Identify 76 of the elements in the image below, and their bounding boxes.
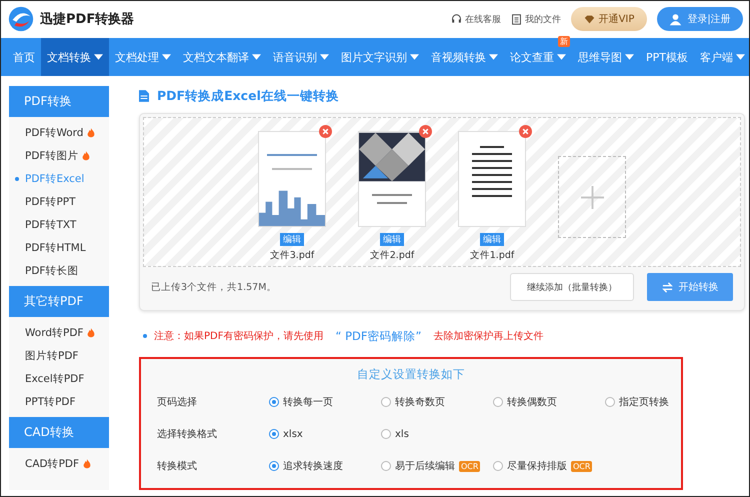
flame-icon bbox=[87, 128, 96, 138]
radio-button[interactable] bbox=[381, 461, 391, 471]
flame-icon bbox=[87, 328, 96, 338]
sidebar-section-title: PDF转换 bbox=[9, 86, 109, 117]
caret-icon bbox=[736, 54, 745, 60]
flame-icon bbox=[82, 150, 90, 160]
plus-icon bbox=[580, 186, 604, 208]
file-name: 文件1.pdf bbox=[470, 249, 514, 262]
radio-button[interactable] bbox=[381, 397, 391, 407]
settings-title: 自定义设置转换如下 bbox=[356, 367, 466, 382]
caret-icon bbox=[625, 54, 634, 60]
radio-button[interactable] bbox=[493, 461, 503, 471]
radio-option[interactable]: 易于后续编辑 OCR bbox=[381, 459, 493, 473]
close-icon[interactable] bbox=[419, 125, 432, 138]
sidebar-item[interactable]: Excel转PDF bbox=[9, 367, 109, 390]
sidebar-item[interactable]: PDF转HTML bbox=[9, 236, 109, 259]
caret-icon bbox=[557, 54, 566, 60]
file-name: 文件2.pdf bbox=[370, 249, 414, 262]
caret-icon bbox=[489, 54, 498, 60]
logo-icon bbox=[7, 5, 35, 33]
radio-button[interactable] bbox=[269, 461, 279, 471]
sidebar-item[interactable]: PDF转Word bbox=[9, 121, 109, 144]
radio-button[interactable] bbox=[269, 429, 279, 439]
nav-tab[interactable]: 文档转换 bbox=[41, 38, 109, 76]
header-link[interactable]: 在线客服 bbox=[451, 12, 501, 26]
caret-icon bbox=[162, 54, 171, 60]
sidebar-item[interactable]: PDF转图片 bbox=[9, 144, 109, 167]
ocr-badge: OCR bbox=[571, 460, 592, 472]
notice-text: 注意：如果PDF有密码保护，请先使用 bbox=[154, 330, 324, 343]
radio-button[interactable] bbox=[605, 397, 615, 407]
caret-icon bbox=[94, 54, 103, 60]
caret-icon bbox=[410, 54, 419, 60]
vip-button[interactable]: 开通VIP bbox=[571, 7, 647, 31]
sidebar-item[interactable]: PDF转TXT bbox=[9, 213, 109, 236]
add-file-box[interactable] bbox=[558, 156, 626, 238]
diamond-icon bbox=[584, 14, 595, 24]
radio-option[interactable]: xlsx bbox=[269, 428, 381, 440]
document-icon bbox=[139, 90, 149, 102]
flame-icon bbox=[83, 458, 92, 468]
document-icon bbox=[511, 14, 522, 24]
caret-icon bbox=[252, 54, 261, 60]
radio-button[interactable] bbox=[269, 397, 279, 407]
radio-option[interactable]: 转换每一页 bbox=[269, 395, 381, 409]
sidebar-item[interactable]: CAD转PDF bbox=[9, 452, 109, 475]
radio-option[interactable]: 追求转换速度 bbox=[269, 459, 381, 473]
sidebar-section-title: 其它转PDF bbox=[9, 286, 109, 317]
file-name: 文件3.pdf bbox=[270, 249, 314, 262]
radio-option[interactable]: 转换奇数页 bbox=[381, 395, 493, 409]
sidebar-item[interactable]: Word转PDF bbox=[9, 321, 109, 344]
sidebar-item[interactable]: PDF转长图 bbox=[9, 259, 109, 282]
header-link[interactable]: 我的文件 bbox=[511, 12, 561, 26]
bullet-dot bbox=[143, 334, 147, 338]
radio-button[interactable] bbox=[381, 429, 391, 439]
upload-summary: 已上传3个文件，共1.57M。 bbox=[151, 280, 278, 294]
sidebar-item[interactable]: 图片转PDF bbox=[9, 344, 109, 367]
user-icon bbox=[669, 12, 682, 26]
headset-icon bbox=[451, 14, 462, 24]
setting-label: 选择转换格式 bbox=[157, 428, 218, 441]
brand-name: 迅捷PDF转换器 bbox=[40, 11, 134, 28]
radio-option[interactable]: 转换偶数页 bbox=[493, 395, 605, 409]
add-more-button[interactable]: 继续添加（批量转换） bbox=[510, 273, 634, 301]
page-title: PDF转换成Excel在线一键转换 bbox=[157, 88, 339, 104]
swap-icon bbox=[662, 282, 672, 292]
radio-option[interactable]: 指定页转换 bbox=[605, 395, 669, 409]
new-badge: 新 bbox=[558, 36, 570, 47]
caret-icon bbox=[320, 54, 329, 60]
sidebar-item[interactable]: PPT转PDF bbox=[9, 390, 109, 413]
setting-label: 转换模式 bbox=[157, 460, 198, 473]
notice-text: 去除加密保护再上传文件 bbox=[433, 330, 544, 343]
radio-option[interactable]: 尽量保持排版 OCR bbox=[493, 459, 592, 473]
sidebar-section-title: CAD转换 bbox=[9, 417, 109, 448]
sidebar-item[interactable]: PDF转PPT bbox=[9, 190, 109, 213]
radio-button[interactable] bbox=[493, 397, 503, 407]
setting-label: 页码选择 bbox=[157, 396, 198, 409]
radio-option[interactable]: xls bbox=[381, 428, 409, 440]
ocr-badge: OCR bbox=[459, 460, 480, 472]
